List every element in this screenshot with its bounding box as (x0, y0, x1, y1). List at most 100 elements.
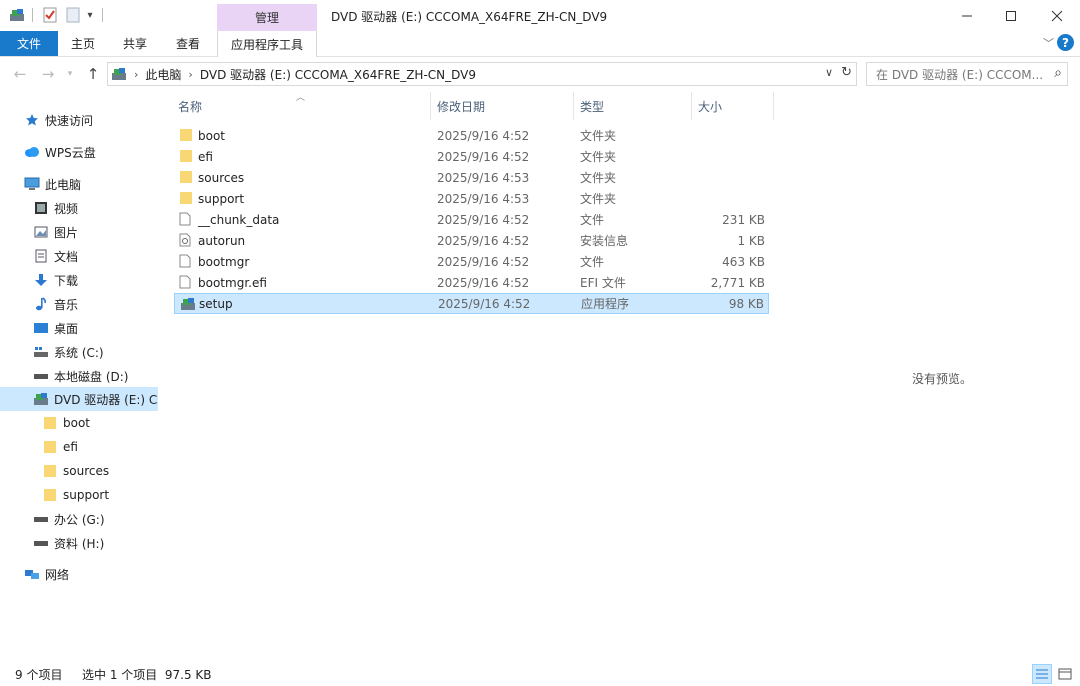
title-bar: ▾ 管理 DVD 驱动器 (E:) CCCOMA_X64FRE_ZH-CN_DV… (0, 0, 1080, 31)
file-type: EFI 文件 (580, 276, 626, 290)
address-dropdown-icon[interactable]: ∨ (825, 66, 833, 79)
sidebar-item-wps-cloud[interactable]: WPS云盘 (0, 140, 158, 164)
breadcrumb-this-pc[interactable]: 此电脑 (145, 66, 181, 83)
file-icon (179, 275, 193, 289)
column-header-size[interactable]: 大小 (694, 92, 774, 120)
refresh-icon[interactable]: ↻ (841, 65, 852, 80)
expand-ribbon-icon[interactable]: ﹀ (1043, 35, 1054, 51)
file-date: 2025/9/16 4:52 (437, 254, 530, 269)
tab-application-tools[interactable]: 应用程序工具 (217, 31, 317, 57)
search-box[interactable]: 在 DVD 驱动器 (E:) CCCOM... ⌕ (866, 62, 1068, 86)
properties-icon[interactable] (41, 6, 59, 24)
file-row[interactable]: bootmgr.efi 2025/9/16 4:52 EFI 文件 2,771 … (174, 272, 769, 293)
computer-icon (24, 176, 40, 192)
download-icon (33, 272, 49, 288)
tab-share[interactable]: 共享 (110, 31, 160, 56)
file-icon (179, 212, 193, 226)
sidebar-item-dvd-drive[interactable]: DVD 驱动器 (E:) CCCOMA_X64FRE_ZH-CN_DV9 (0, 387, 158, 411)
up-arrow-icon[interactable]: ↑ (84, 64, 102, 84)
dvd-app-icon[interactable] (8, 6, 26, 24)
minimize-button[interactable] (944, 0, 990, 31)
cloud-icon (24, 144, 40, 160)
sidebar-item-support[interactable]: support (0, 483, 158, 507)
tab-file[interactable]: 文件 (0, 31, 58, 56)
breadcrumb-chevron-icon[interactable]: › (134, 68, 138, 81)
sidebar-item-sources[interactable]: sources (0, 459, 158, 483)
file-row[interactable]: boot 2025/9/16 4:52 文件夹 (174, 125, 769, 146)
file-row[interactable]: efi 2025/9/16 4:52 文件夹 (174, 146, 769, 167)
file-type: 文件夹 (580, 150, 617, 164)
search-icon[interactable]: ⌕ (1054, 65, 1062, 81)
file-type: 文件夹 (580, 129, 617, 143)
file-row[interactable]: autorun 2025/9/16 4:52 安装信息 1 KB (174, 230, 769, 251)
new-folder-icon[interactable] (64, 6, 82, 24)
file-row[interactable]: bootmgr 2025/9/16 4:52 文件 463 KB (174, 251, 769, 272)
maximize-button[interactable] (988, 0, 1034, 31)
sidebar-item-label: boot (63, 416, 91, 430)
tab-home[interactable]: 主页 (58, 31, 108, 56)
back-arrow-icon[interactable]: ← (10, 64, 30, 84)
column-header-type[interactable]: 类型 (576, 92, 692, 120)
help-icon[interactable]: ? (1057, 34, 1074, 51)
dvd-drive-icon (111, 67, 127, 81)
breadcrumb-dvd-drive[interactable]: DVD 驱动器 (E:) CCCOMA_X64FRE_ZH-CN_DV9 (200, 66, 476, 83)
sidebar-item-videos[interactable]: 视频 (0, 196, 158, 220)
sidebar-item-label: 快速访问 (45, 113, 94, 128)
sidebar-item-desktop[interactable]: 桌面 (0, 316, 158, 340)
sidebar-item-label: 下载 (54, 273, 79, 288)
sidebar-item-music[interactable]: 音乐 (0, 292, 158, 316)
file-date: 2025/9/16 4:52 (437, 128, 530, 143)
file-date: 2025/9/16 4:52 (437, 233, 530, 248)
breadcrumb-chevron-icon[interactable]: › (188, 68, 192, 81)
folder-icon (179, 149, 193, 163)
ribbon-tabs: 文件 主页 共享 查看 应用程序工具 ﹀ ? (0, 31, 1080, 57)
folder-icon (42, 487, 58, 503)
folder-icon (179, 170, 193, 184)
folder-icon (179, 128, 193, 142)
sidebar-item-network[interactable]: 网络 (0, 562, 158, 586)
file-date: 2025/9/16 4:52 (437, 212, 530, 227)
sidebar-item-drive-h[interactable]: 资料 (H:) (0, 531, 158, 555)
file-row-selected[interactable]: setup 2025/9/16 4:52 应用程序 98 KB (174, 293, 769, 314)
column-header-date[interactable]: 修改日期 (433, 92, 574, 120)
large-icons-view-icon[interactable] (1055, 664, 1075, 684)
sidebar-item-this-pc[interactable]: 此电脑 (0, 172, 158, 196)
customize-toolbar-icon[interactable]: ▾ (84, 6, 96, 24)
sidebar-item-label: WPS云盘 (45, 145, 96, 160)
details-view-icon[interactable] (1032, 664, 1052, 684)
sidebar-item-documents[interactable]: 文档 (0, 244, 158, 268)
file-name: sources (198, 170, 245, 185)
drive-icon (33, 368, 49, 384)
address-bar[interactable]: › 此电脑 › DVD 驱动器 (E:) CCCOMA_X64FRE_ZH-CN… (107, 62, 857, 86)
navigation-bar: ← → ▾ ↑ › 此电脑 › DVD 驱动器 (E:) CCCOMA_X64F… (0, 58, 1080, 92)
file-date: 2025/9/16 4:52 (437, 275, 530, 290)
sidebar-item-efi[interactable]: efi (0, 435, 158, 459)
tab-view[interactable]: 查看 (162, 31, 214, 56)
file-row[interactable]: __chunk_data 2025/9/16 4:52 文件 231 KB (174, 209, 769, 230)
dvd-drive-icon (33, 391, 49, 407)
file-name: efi (198, 149, 213, 164)
star-icon (24, 112, 40, 128)
network-icon (24, 566, 40, 582)
file-row[interactable]: support 2025/9/16 4:53 文件夹 (174, 188, 769, 209)
column-header-name[interactable]: 名称 ︿ (174, 92, 431, 120)
recent-locations-icon[interactable]: ▾ (64, 64, 76, 84)
sidebar-item-downloads[interactable]: 下载 (0, 268, 158, 292)
file-row[interactable]: sources 2025/9/16 4:53 文件夹 (174, 167, 769, 188)
sidebar-item-label: support (63, 488, 110, 502)
music-icon (33, 296, 49, 312)
sidebar-item-pictures[interactable]: 图片 (0, 220, 158, 244)
forward-arrow-icon[interactable]: → (38, 64, 58, 84)
sidebar-item-boot[interactable]: boot (0, 411, 158, 435)
sidebar-item-label: 视频 (54, 201, 79, 216)
picture-icon (33, 224, 49, 240)
close-button[interactable] (1034, 0, 1080, 31)
preview-pane-message: 没有预览。 (912, 372, 973, 386)
sidebar-item-drive-d[interactable]: 本地磁盘 (D:) (0, 364, 158, 388)
sidebar-item-drive-c[interactable]: 系统 (C:) (0, 340, 158, 364)
file-name: bootmgr (198, 254, 250, 269)
sidebar-item-drive-g[interactable]: 办公 (G:) (0, 507, 158, 531)
file-type: 应用程序 (581, 297, 630, 311)
sidebar-item-quick-access[interactable]: 快速访问 (0, 108, 158, 132)
file-size: 98 KB (728, 296, 764, 311)
